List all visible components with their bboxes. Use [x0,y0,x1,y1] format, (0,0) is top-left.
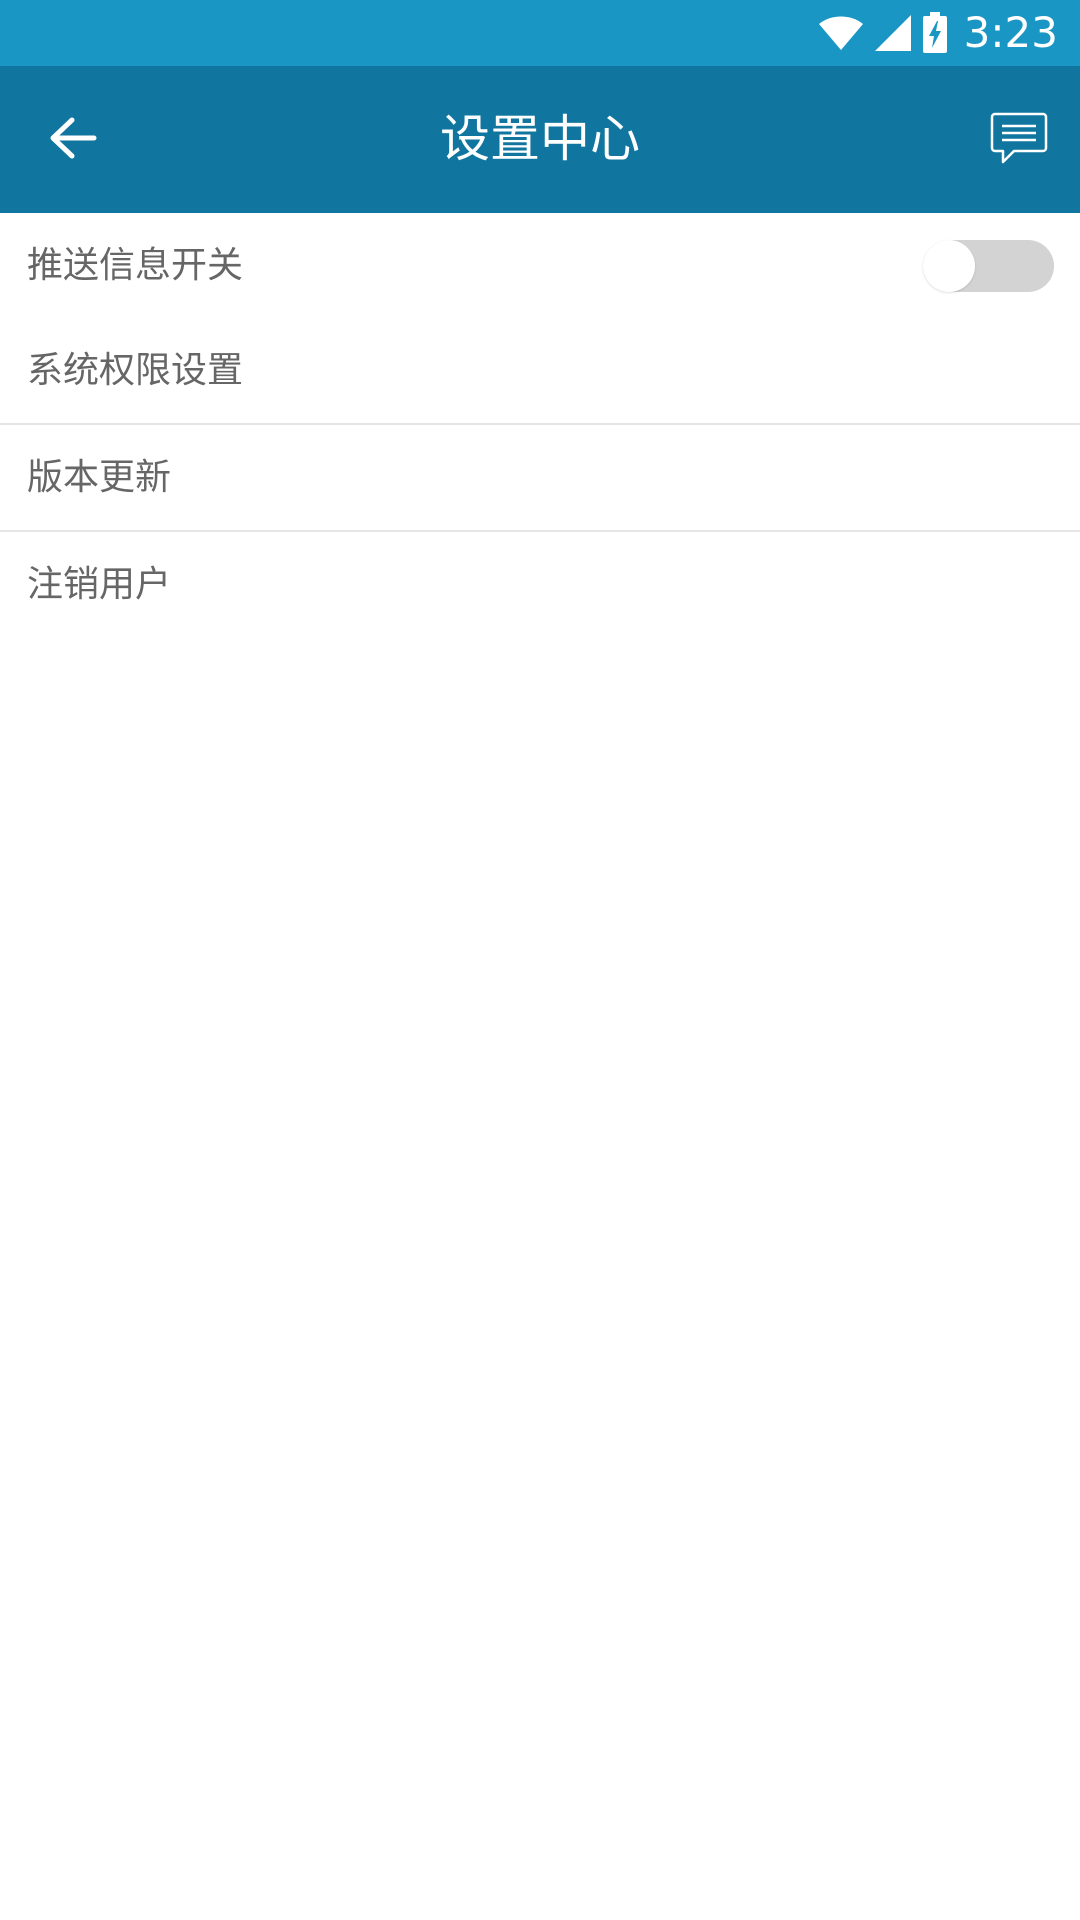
status-time: 3:23 [963,8,1058,57]
push-notification-toggle[interactable] [923,240,1054,292]
version-update-row[interactable]: 版本更新 [0,425,1080,532]
system-permission-label: 系统权限设置 [27,350,244,391]
settings-list: 推送信息开关 系统权限设置 版本更新 注销用户 [0,213,1080,637]
back-arrow-icon [48,116,98,164]
push-notification-label: 推送信息开关 [27,245,244,286]
message-icon [990,112,1048,170]
app-bar: 设置中心 [0,66,1080,213]
wifi-icon [818,15,864,51]
battery-charging-icon [922,12,948,54]
push-notification-row: 推送信息开关 [0,213,1080,318]
page-title: 设置中心 [440,110,640,168]
logout-label: 注销用户 [27,564,172,605]
status-bar: 3:23 [0,0,1080,66]
version-update-label: 版本更新 [27,457,172,498]
logout-row[interactable]: 注销用户 [0,532,1080,637]
back-button[interactable] [28,104,118,176]
status-icons: 3:23 [808,0,1058,66]
message-button[interactable] [984,106,1054,176]
toggle-knob [923,240,975,292]
cell-signal-icon [874,14,912,52]
system-permission-row[interactable]: 系统权限设置 [0,318,1080,425]
